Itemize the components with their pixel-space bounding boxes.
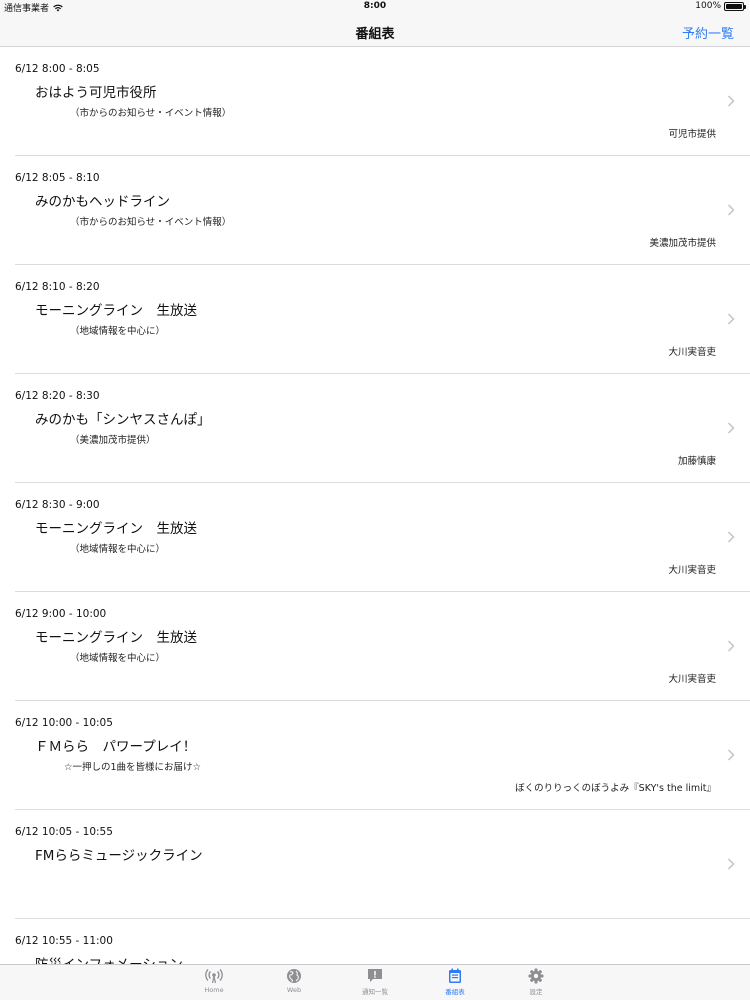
program-time: 6/12 8:30 - 9:00 [15, 499, 100, 511]
status-bar: 通信事業者 8:00 100% [0, 0, 750, 14]
battery-fill [726, 3, 742, 9]
program-title: FMららミュージックライン [35, 848, 203, 864]
notification-icon [368, 969, 382, 982]
chevron-right-icon [727, 858, 735, 870]
chevron-right-icon [727, 422, 735, 434]
program-provider: 大川実音吏 [668, 565, 716, 576]
schedule-icon [449, 968, 461, 983]
status-time: 8:00 [363, 1, 387, 11]
radio-antenna-icon [205, 969, 223, 984]
chevron-right-icon [727, 749, 735, 761]
tab-bar: Home Web 通知一覧 番組表 設定 [0, 964, 750, 1000]
gear-icon [528, 968, 544, 984]
program-title: みのかもヘッドライン [35, 194, 170, 210]
tab-web[interactable]: Web [264, 968, 324, 994]
program-time: 6/12 9:00 - 10:00 [15, 608, 107, 620]
program-subtitle: （地域情報を中心に） [70, 653, 166, 664]
program-title: 防災インフォメーション [35, 953, 183, 964]
program-time: 6/12 8:05 - 8:10 [15, 172, 100, 184]
program-title: ＦＭらら パワープレイ！ [35, 739, 197, 755]
page-title: 番組表 [355, 27, 395, 42]
program-time: 6/12 8:10 - 8:20 [15, 281, 100, 293]
battery-percent: 100% [695, 1, 721, 11]
program-provider: 美濃加茂市提供 [649, 238, 716, 249]
program-row[interactable]: 6/12 8:10 - 8:20 モーニングライン 生放送 （地域情報を中心に）… [0, 265, 750, 374]
chevron-right-icon [727, 204, 735, 216]
program-subtitle: （地域情報を中心に） [70, 544, 166, 555]
program-time: 6/12 10:05 - 10:55 [15, 826, 113, 838]
program-row[interactable]: 6/12 10:55 - 11:00 防災インフォメーション [0, 919, 750, 964]
program-row[interactable]: 6/12 8:30 - 9:00 モーニングライン 生放送 （地域情報を中心に）… [0, 483, 750, 592]
program-time: 6/12 10:55 - 11:00 [15, 935, 113, 947]
battery-icon [724, 1, 746, 11]
chevron-right-icon [727, 95, 735, 107]
reservation-list-button[interactable]: 予約一覧 [682, 23, 734, 42]
program-provider: ぼくのりりっくのぼうよみ『SKY's the limit』 [515, 783, 716, 794]
tab-schedule-label: 番組表 [445, 988, 465, 996]
program-subtitle: （美濃加茂市提供） [70, 435, 156, 446]
program-provider: 大川実音吏 [668, 347, 716, 358]
tab-notifications[interactable]: 通知一覧 [345, 968, 405, 996]
program-row[interactable]: 6/12 8:00 - 8:05 おはよう可児市役所 （市からのお知らせ・イベン… [0, 47, 750, 156]
program-list[interactable]: 6/12 8:00 - 8:05 おはよう可児市役所 （市からのお知らせ・イベン… [0, 47, 750, 964]
globe-icon [287, 969, 301, 983]
program-provider: 加藤慎康 [677, 456, 716, 467]
program-row[interactable]: 6/12 8:05 - 8:10 みのかもヘッドライン （市からのお知らせ・イベ… [0, 156, 750, 265]
program-row[interactable]: 6/12 10:05 - 10:55 FMららミュージックライン [0, 810, 750, 919]
tab-settings-label: 設定 [529, 988, 543, 996]
program-subtitle: （市からのお知らせ・イベント情報） [70, 108, 232, 119]
program-provider: 大川実音吏 [668, 674, 716, 685]
program-subtitle: （地域情報を中心に） [70, 326, 166, 337]
program-row[interactable]: 6/12 10:00 - 10:05 ＦＭらら パワープレイ！ ☆一押しの1曲を… [0, 701, 750, 810]
tab-web-label: Web [286, 986, 302, 994]
program-row[interactable]: 6/12 9:00 - 10:00 モーニングライン 生放送 （地域情報を中心に… [0, 592, 750, 701]
program-time: 6/12 10:00 - 10:05 [15, 717, 113, 729]
navigation-bar: 番組表 予約一覧 [0, 14, 750, 47]
program-provider: 可児市提供 [668, 129, 716, 140]
program-title: みのかも「シンヤスさんぽ」 [35, 412, 211, 428]
tab-notifications-label: 通知一覧 [362, 988, 388, 996]
program-title: モーニングライン 生放送 [35, 630, 197, 646]
program-time: 6/12 8:00 - 8:05 [15, 63, 100, 75]
program-row[interactable]: 6/12 8:20 - 8:30 みのかも「シンヤスさんぽ」 （美濃加茂市提供）… [0, 374, 750, 483]
program-subtitle: （市からのお知らせ・イベント情報） [70, 217, 232, 228]
chevron-right-icon [727, 531, 735, 543]
program-title: モーニングライン 生放送 [35, 303, 197, 319]
tab-home[interactable]: Home [184, 968, 244, 994]
chevron-right-icon [727, 313, 735, 325]
program-title: モーニングライン 生放送 [35, 521, 197, 537]
tab-settings[interactable]: 設定 [506, 968, 566, 996]
chevron-right-icon [727, 640, 735, 652]
tab-home-label: Home [204, 986, 224, 994]
tab-schedule[interactable]: 番組表 [425, 968, 485, 996]
program-subtitle: ☆一押しの1曲を皆様にお届け☆ [64, 762, 202, 773]
status-right: 100% [695, 1, 746, 11]
program-time: 6/12 8:20 - 8:30 [15, 390, 100, 402]
battery-cap [744, 4, 746, 9]
program-title: おはよう可児市役所 [35, 85, 157, 101]
